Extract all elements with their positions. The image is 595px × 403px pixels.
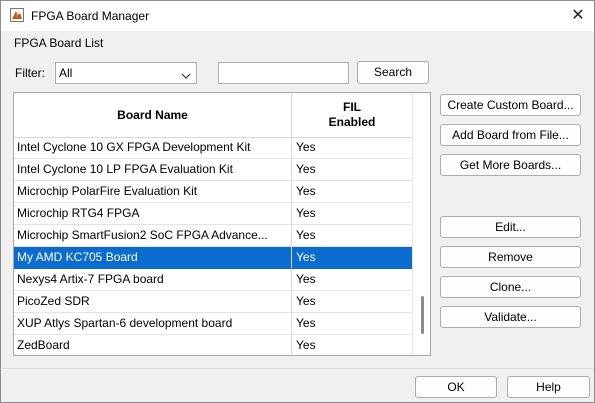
fil-enabled-cell: Yes <box>296 250 316 264</box>
close-icon[interactable]: ✕ <box>565 5 591 27</box>
filter-selected-value: All <box>59 66 73 80</box>
board-name-cell: Microchip PolarFire Evaluation Kit <box>14 181 292 202</box>
add-board-from-file-button[interactable]: Add Board from File... <box>440 124 581 146</box>
table-row[interactable]: PicoZed SDR Yes <box>14 291 412 313</box>
fil-enabled-cell: Yes <box>296 338 316 352</box>
board-name-cell: Intel Cyclone 10 LP FPGA Evaluation Kit <box>14 159 292 180</box>
board-name-cell: Microchip RTG4 FPGA <box>14 203 292 224</box>
create-custom-board-button[interactable]: Create Custom Board... <box>440 94 581 116</box>
fil-enabled-cell: Yes <box>296 294 316 308</box>
app-icon <box>10 8 24 22</box>
scrollbar-thumb[interactable] <box>421 296 424 334</box>
footer-divider <box>1 368 594 369</box>
table-row[interactable]: Nexys4 Artix-7 FPGA board Yes <box>14 269 412 291</box>
fil-enabled-cell: Yes <box>296 316 316 330</box>
title-bar: FPGA Board Manager ✕ <box>1 1 594 31</box>
table-row[interactable]: Intel Cyclone 10 GX FPGA Development Kit… <box>14 137 412 159</box>
window-title: FPGA Board Manager <box>31 9 150 23</box>
validate-button[interactable]: Validate... <box>440 306 581 328</box>
chevron-down-icon <box>181 69 191 83</box>
fil-header-line2: Enabled <box>328 115 376 129</box>
edit-button[interactable]: Edit... <box>440 216 581 238</box>
board-name-cell: ZedBoard <box>14 335 292 355</box>
fil-enabled-cell: Yes <box>296 162 316 176</box>
table-row[interactable]: ZedBoard Yes <box>14 335 412 355</box>
search-input[interactable] <box>218 62 349 84</box>
board-name-cell: Nexys4 Artix-7 FPGA board <box>14 269 292 290</box>
clone-button[interactable]: Clone... <box>440 276 581 298</box>
table-row[interactable]: Microchip SmartFusion2 SoC FPGA Advance.… <box>14 225 412 247</box>
fpga-board-manager-window: FPGA Board Manager ✕ FPGA Board List Fil… <box>0 0 595 403</box>
get-more-boards-button[interactable]: Get More Boards... <box>440 154 581 176</box>
fil-enabled-cell: Yes <box>296 184 316 198</box>
filter-dropdown[interactable]: All <box>55 62 197 84</box>
board-table: Board Name FIL Enabled Intel Cyclone 10 … <box>13 92 431 356</box>
fil-enabled-cell: Yes <box>296 228 316 242</box>
table-row[interactable]: Intel Cyclone 10 LP FPGA Evaluation Kit … <box>14 159 412 181</box>
column-header-board-name[interactable]: Board Name <box>14 93 292 137</box>
table-body: Intel Cyclone 10 GX FPGA Development Kit… <box>14 137 412 355</box>
vertical-scrollbar[interactable] <box>412 93 430 355</box>
board-name-cell: XUP Atlys Spartan-6 development board <box>14 313 292 334</box>
filter-label: Filter: <box>15 66 45 80</box>
remove-button[interactable]: Remove <box>440 246 581 268</box>
search-button[interactable]: Search <box>357 61 429 84</box>
board-name-cell: My AMD KC705 Board <box>14 247 292 268</box>
table-row[interactable]: XUP Atlys Spartan-6 development board Ye… <box>14 313 412 335</box>
column-header-fil-enabled[interactable]: FIL Enabled <box>292 93 412 137</box>
board-name-cell: Microchip SmartFusion2 SoC FPGA Advance.… <box>14 225 292 246</box>
table-row[interactable]: Microchip PolarFire Evaluation Kit Yes <box>14 181 412 203</box>
board-name-cell: PicoZed SDR <box>14 291 292 312</box>
help-button[interactable]: Help <box>507 376 590 398</box>
ok-button[interactable]: OK <box>415 376 497 398</box>
fil-enabled-cell: Yes <box>296 272 316 286</box>
fil-enabled-cell: Yes <box>296 140 316 154</box>
fil-header-line1: FIL <box>343 100 361 114</box>
fil-enabled-cell: Yes <box>296 206 316 220</box>
table-row-selected[interactable]: My AMD KC705 Board Yes <box>14 247 412 269</box>
board-name-cell: Intel Cyclone 10 GX FPGA Development Kit <box>14 137 292 158</box>
board-list-group-label: FPGA Board List <box>14 36 104 50</box>
table-header: Board Name FIL Enabled <box>14 93 412 138</box>
table-row[interactable]: Microchip RTG4 FPGA Yes <box>14 203 412 225</box>
